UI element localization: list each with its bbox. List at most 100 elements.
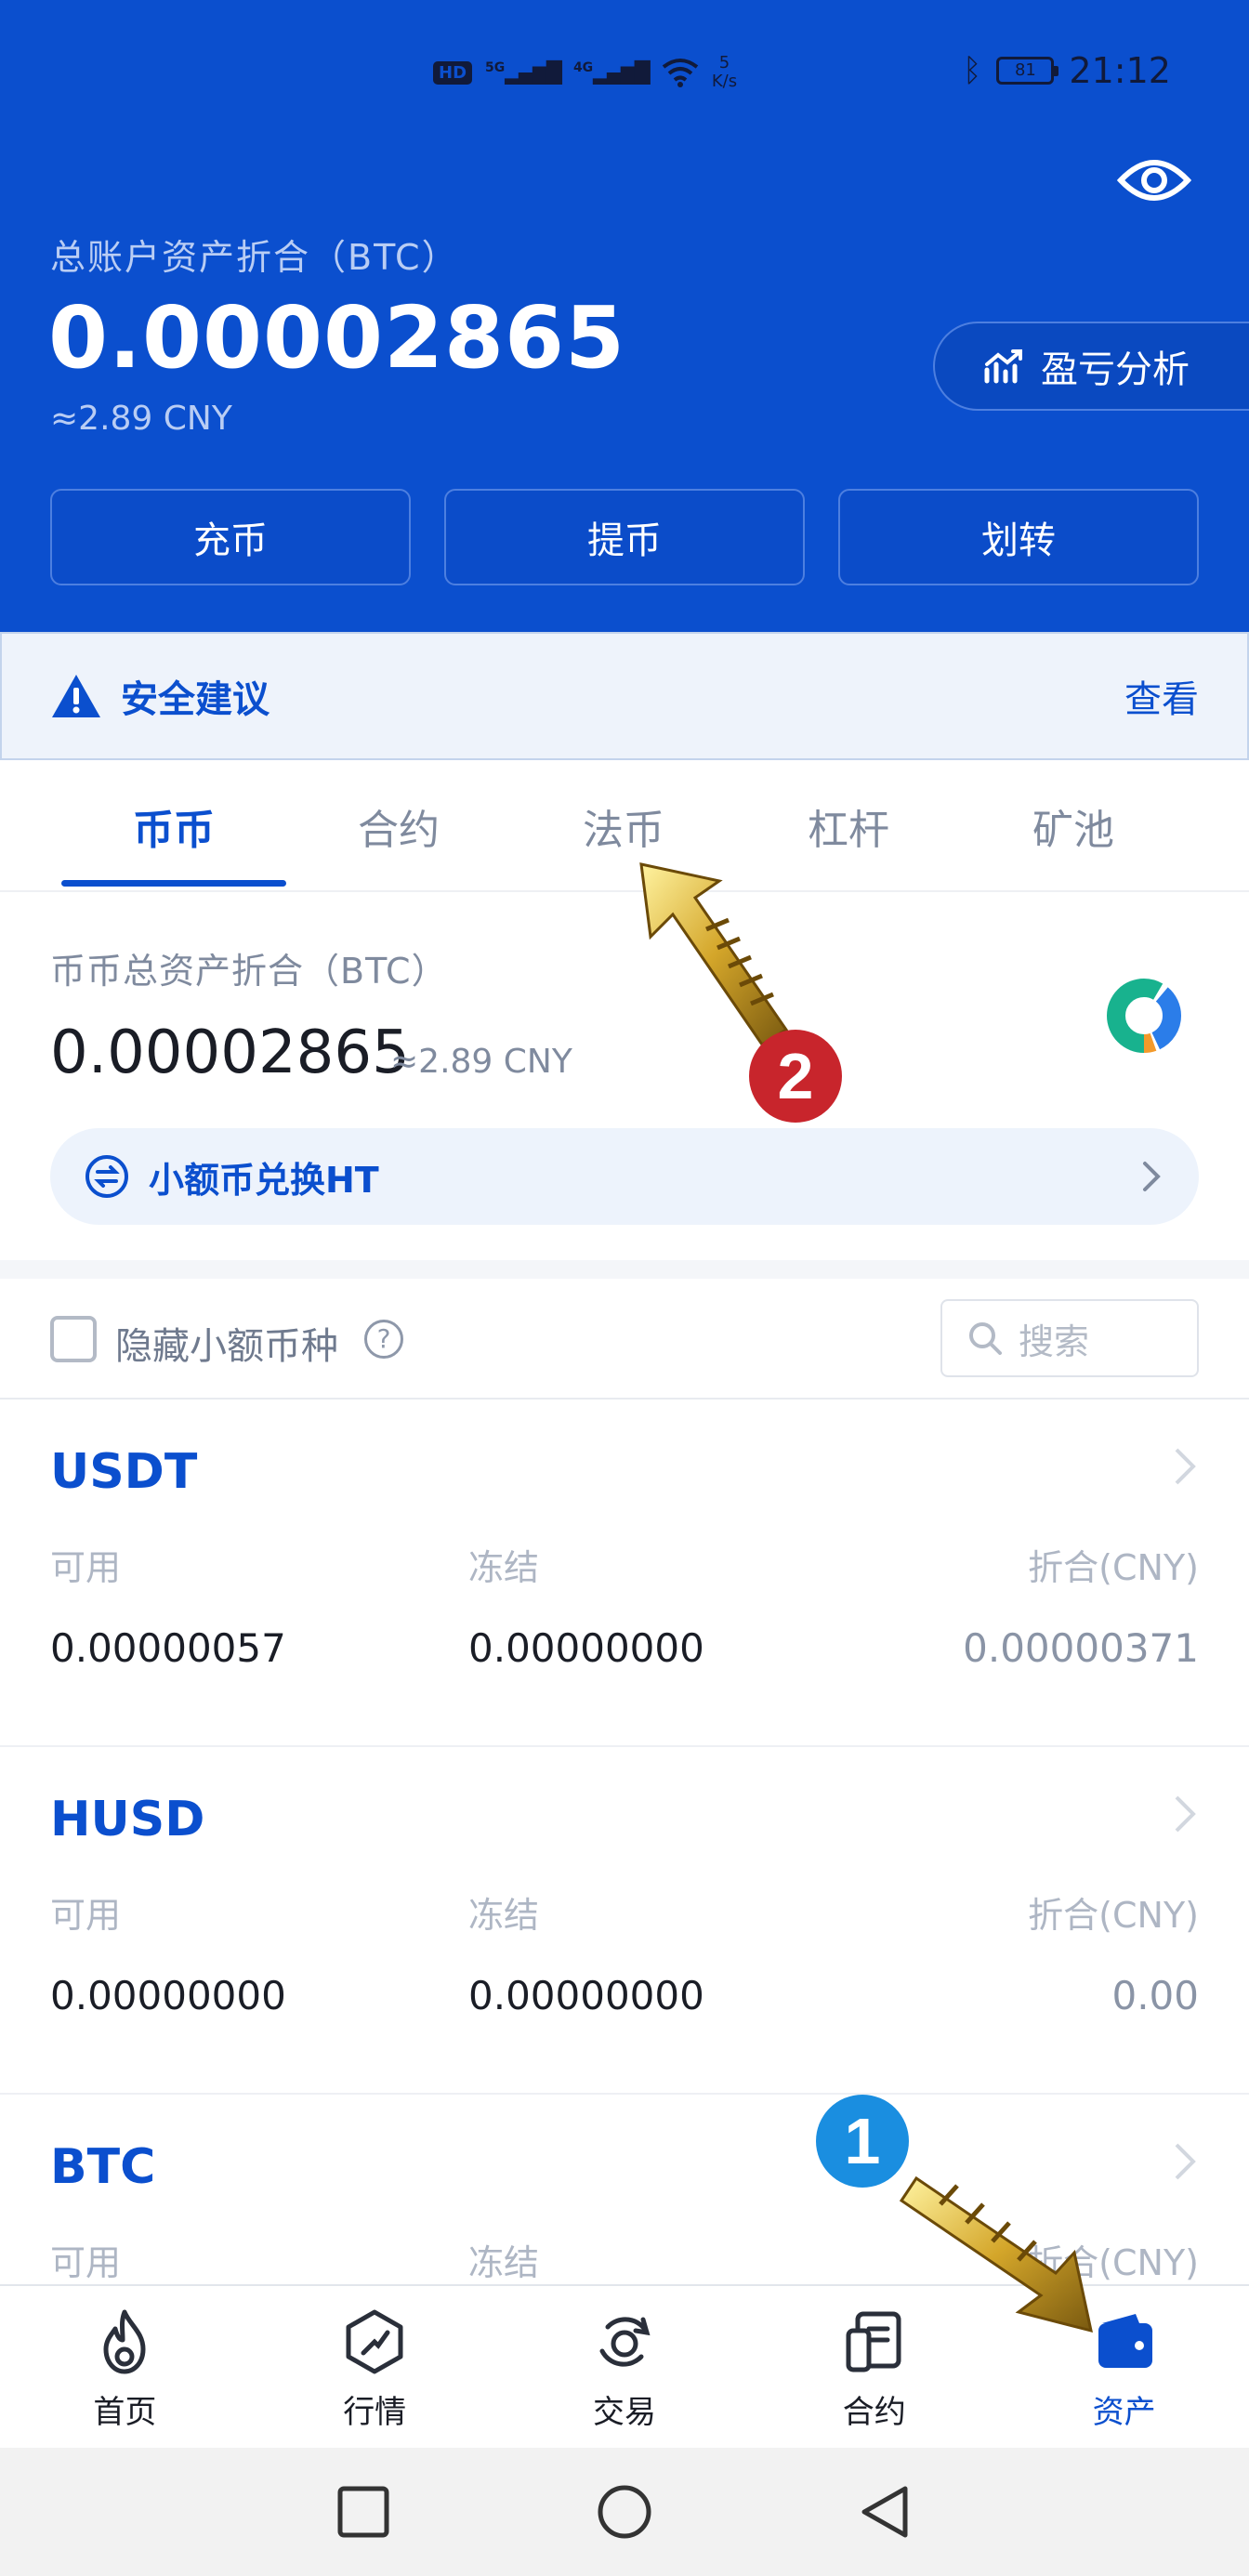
security-advice-bar[interactable]: 安全建议 查看 — [0, 632, 1249, 760]
chevron-right-icon — [1175, 2143, 1196, 2180]
deposit-button[interactable]: 充币 — [50, 489, 411, 585]
small-coin-convert-bar[interactable]: 小额币兑换HT — [50, 1128, 1199, 1225]
pie-chart-icon[interactable] — [1106, 978, 1182, 1054]
chart-trend-icon — [984, 349, 1022, 384]
wifi-icon — [662, 59, 699, 87]
status-right: ᛒ 81 21:12 — [963, 50, 1171, 91]
recent-apps-icon[interactable] — [335, 2483, 392, 2541]
available-column: 可用 0.00000000 — [50, 1886, 286, 2018]
coin-row-husd[interactable]: HUSD 可用 0.00000000 冻结 0.00000000 折合(CNY)… — [0, 1747, 1249, 2095]
home-circle-icon[interactable] — [596, 2483, 653, 2541]
spot-total-value: 0.00002865 — [50, 1019, 410, 1087]
profit-loss-label: 盈亏分析 — [1041, 348, 1190, 391]
frozen-label: 冻结 — [468, 2242, 540, 2283]
cny-column: 折合(CNY) — [1028, 2234, 1199, 2285]
spot-total-label: 币币总资产折合（BTC） — [50, 951, 448, 992]
tab-pool[interactable]: 矿池 — [961, 762, 1186, 890]
coin-row-usdt[interactable]: USDT 可用 0.00000057 冻结 0.00000000 折合(CNY)… — [0, 1400, 1249, 1747]
nav-contract-label: 合约 — [842, 2394, 906, 2431]
available-value: 0.00000057 — [50, 1625, 286, 1671]
cny-label: 折合(CNY) — [1028, 2242, 1199, 2283]
marker-2-label: 2 — [778, 1040, 814, 1112]
available-label: 可用 — [50, 2242, 122, 2283]
account-header: HD 5G▂▄▆█ 4G▂▄▆█ 5 K/s ᛒ 81 21:12 总账户资产折… — [0, 0, 1249, 632]
nav-trade[interactable]: 交易 — [500, 2286, 750, 2448]
contract-icon — [846, 2311, 901, 2372]
total-assets-value: 0.00002865 — [48, 288, 626, 388]
eye-icon[interactable] — [1117, 156, 1191, 204]
nav-market[interactable]: 行情 — [250, 2286, 500, 2448]
chevron-right-icon — [1175, 1448, 1196, 1485]
search-icon — [969, 1322, 1002, 1355]
search-placeholder: 搜索 — [1019, 1321, 1090, 1362]
available-value: 0.00000000 — [50, 1973, 286, 2018]
hide-small-checkbox[interactable] — [50, 1316, 97, 1362]
hd-badge: HD — [433, 60, 473, 85]
coin-name: USDT — [50, 1444, 198, 1500]
available-column: 可用 — [50, 2234, 121, 2285]
total-assets-label: 总账户资产折合（BTC） — [50, 237, 459, 278]
marker-2: 2 — [749, 1030, 842, 1123]
available-column: 可用 0.00000057 — [50, 1539, 286, 1671]
status-time: 21:12 — [1069, 50, 1171, 91]
battery-icon: 81 — [996, 57, 1059, 85]
frozen-value: 0.00000000 — [468, 1625, 704, 1671]
tab-spot[interactable]: 币币 — [61, 762, 286, 890]
spot-total-cny: ≈2.89 CNY — [390, 1043, 572, 1081]
security-view-link[interactable]: 查看 — [1124, 669, 1199, 723]
cny-value: 0.00 — [1111, 1973, 1199, 2018]
frozen-label: 冻结 — [468, 1547, 540, 1588]
security-advice-text: 安全建议 — [121, 678, 270, 721]
available-label: 可用 — [50, 1895, 122, 1936]
frozen-column: 冻结 — [468, 2234, 539, 2285]
hide-small-label: 隐藏小额币种 — [115, 1325, 338, 1368]
transfer-button[interactable]: 划转 — [838, 489, 1199, 585]
wallet-icon — [1098, 2314, 1152, 2368]
tab-fiat[interactable]: 法币 — [511, 762, 736, 890]
cny-label: 折合(CNY) — [1028, 1547, 1199, 1588]
frozen-column: 冻结 0.00000000 — [468, 1539, 704, 1671]
chevron-right-icon — [1143, 1162, 1161, 1191]
bottom-navigation: 首页 行情 交易 合约 资产 — [0, 2284, 1249, 2448]
convert-icon — [85, 1155, 128, 1198]
bluetooth-icon: ᛒ — [963, 52, 982, 89]
help-icon[interactable]: ? — [364, 1320, 403, 1359]
frozen-label: 冻结 — [468, 1895, 540, 1936]
status-bar: HD 5G▂▄▆█ 4G▂▄▆█ 5 K/s ᛒ 81 21:12 — [0, 0, 1249, 149]
cny-column: 折合(CNY) 0.00 — [1028, 1886, 1199, 2018]
nav-trade-label: 交易 — [592, 2394, 656, 2431]
nav-home[interactable]: 首页 — [0, 2286, 250, 2448]
total-assets-cny: ≈2.89 CNY — [50, 400, 232, 438]
tab-contract[interactable]: 合约 — [286, 762, 511, 890]
frozen-value: 0.00000000 — [468, 1973, 704, 2018]
net-speed: 5 K/s — [711, 53, 738, 91]
nav-market-label: 行情 — [343, 2394, 407, 2431]
coin-filter-row: 隐藏小额币种 ? 搜索 — [0, 1279, 1249, 1400]
coin-search-input[interactable]: 搜索 — [940, 1299, 1199, 1377]
signal-5g-icon: 5G▂▄▆█ — [485, 59, 562, 85]
coin-name: BTC — [50, 2139, 156, 2195]
nav-home-label: 首页 — [93, 2394, 157, 2431]
small-coin-convert-label: 小额币兑换HT — [149, 1159, 379, 1201]
available-label: 可用 — [50, 1547, 122, 1588]
asset-actions: 充币 提币 划转 — [50, 489, 1199, 585]
section-divider — [0, 1260, 1249, 1279]
status-network: HD 5G▂▄▆█ 4G▂▄▆█ 5 K/s — [433, 54, 737, 91]
frozen-column: 冻结 0.00000000 — [468, 1886, 704, 2018]
trade-icon — [599, 2317, 651, 2367]
nav-contract[interactable]: 合约 — [749, 2286, 999, 2448]
signal-4g-icon: 4G▂▄▆█ — [572, 59, 651, 85]
cny-column: 折合(CNY) 0.00000371 — [963, 1539, 1199, 1671]
profit-loss-analysis-button[interactable]: 盈亏分析 — [933, 322, 1249, 411]
nav-assets[interactable]: 资产 — [999, 2286, 1249, 2448]
cny-label: 折合(CNY) — [1028, 1895, 1199, 1936]
tab-margin[interactable]: 杠杆 — [736, 762, 961, 890]
back-triangle-icon[interactable] — [857, 2483, 914, 2541]
chevron-right-icon — [1175, 1795, 1196, 1833]
coin-name: HUSD — [50, 1792, 205, 1847]
market-icon — [346, 2309, 403, 2374]
cny-value: 0.00000371 — [963, 1625, 1199, 1671]
fire-icon — [103, 2309, 146, 2374]
nav-assets-label: 资产 — [1092, 2394, 1156, 2431]
withdraw-button[interactable]: 提币 — [444, 489, 805, 585]
